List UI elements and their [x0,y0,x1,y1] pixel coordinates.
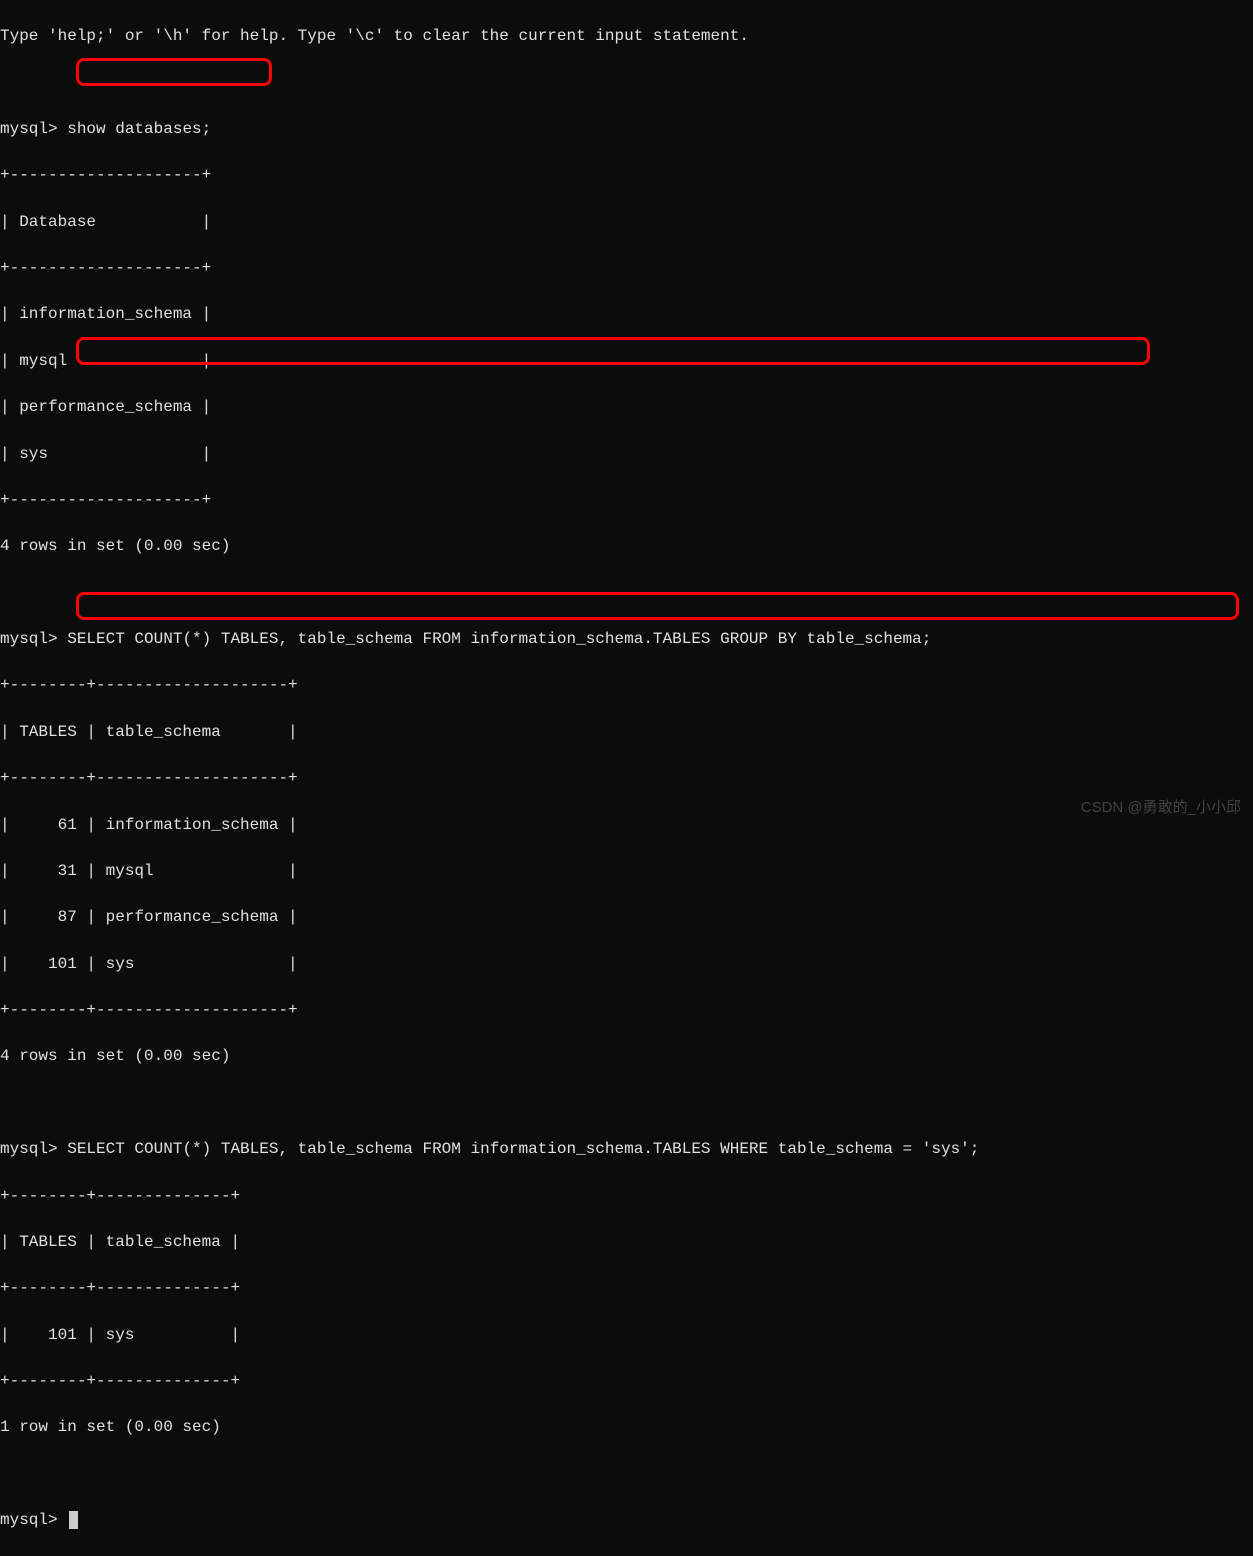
cursor-icon [69,1511,78,1529]
table-separator: +--------------------+ [0,257,1253,280]
table-row: | 61 | information_schema | [0,814,1253,837]
table-separator: +--------------------+ [0,489,1253,512]
command-1: show databases; [67,120,211,138]
result-footer: 1 row in set (0.00 sec) [0,1416,1253,1439]
table-header: | Database | [0,211,1253,234]
table-separator: +--------+--------------------+ [0,999,1253,1022]
command-2: SELECT COUNT(*) TABLES, table_schema FRO… [67,630,931,648]
blank-line [0,1463,1253,1486]
mysql-prompt: mysql> [0,1140,58,1158]
table-row: | 101 | sys | [0,1324,1253,1347]
result-footer: 4 rows in set (0.00 sec) [0,1045,1253,1068]
table-row: | performance_schema | [0,396,1253,419]
watermark-text: CSDN @勇敢的_小小邱 [1081,797,1241,819]
blank-line [0,72,1253,95]
table-row: | 101 | sys | [0,953,1253,976]
table-row: | information_schema | [0,303,1253,326]
table-row: | mysql | [0,350,1253,373]
table-separator: +--------+--------------------+ [0,767,1253,790]
table-row: | 31 | mysql | [0,860,1253,883]
mysql-prompt: mysql> [0,1511,58,1529]
prompt-line-3[interactable]: mysql> SELECT COUNT(*) TABLES, table_sch… [0,1138,1253,1161]
table-header: | TABLES | table_schema | [0,1231,1253,1254]
prompt-line-2[interactable]: mysql> SELECT COUNT(*) TABLES, table_sch… [0,628,1253,651]
blank-line [0,582,1253,605]
table-separator: +--------------------+ [0,164,1253,187]
prompt-line-current[interactable]: mysql> [0,1509,1253,1532]
table-separator: +--------+--------------+ [0,1185,1253,1208]
table-separator: +--------+--------------+ [0,1370,1253,1393]
table-row: | sys | [0,443,1253,466]
prompt-line-1[interactable]: mysql> show databases; [0,118,1253,141]
table-separator: +--------+--------------------+ [0,674,1253,697]
intro-text: Type 'help;' or '\h' for help. Type '\c'… [0,25,1253,48]
result-footer: 4 rows in set (0.00 sec) [0,535,1253,558]
mysql-prompt: mysql> [0,120,58,138]
table-separator: +--------+--------------+ [0,1277,1253,1300]
table-header: | TABLES | table_schema | [0,721,1253,744]
terminal-output: Type 'help;' or '\h' for help. Type '\c'… [0,2,1253,1556]
command-3: SELECT COUNT(*) TABLES, table_schema FRO… [67,1140,979,1158]
table-row: | 87 | performance_schema | [0,906,1253,929]
blank-line [0,1092,1253,1115]
mysql-prompt: mysql> [0,630,58,648]
